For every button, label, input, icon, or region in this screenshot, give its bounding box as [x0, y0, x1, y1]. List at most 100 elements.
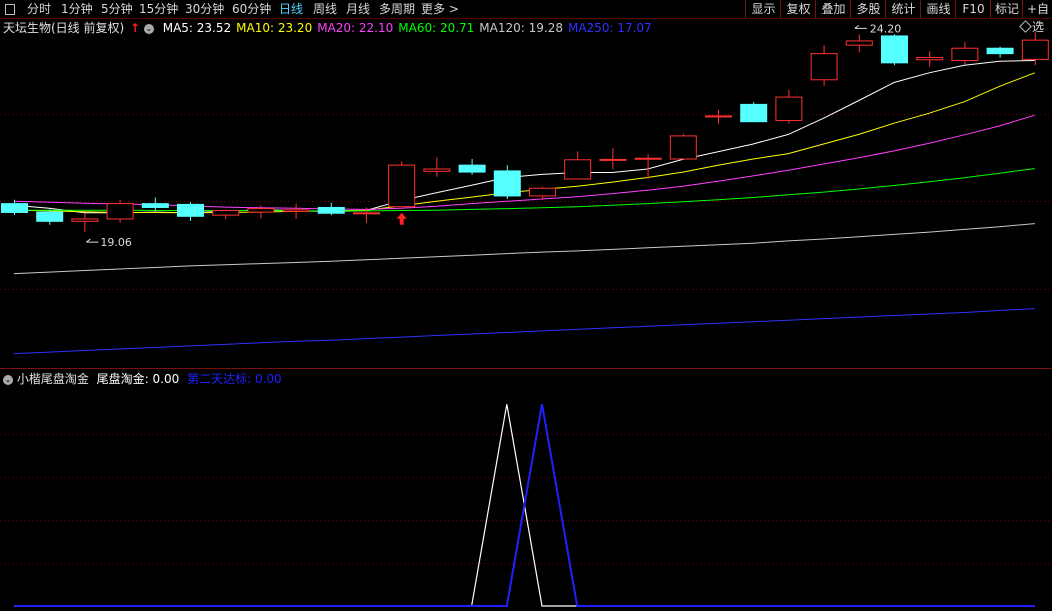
- low-price-label: 19.06: [100, 236, 131, 249]
- candle-body-down: [493, 170, 521, 197]
- high-marker-pointer: [854, 24, 867, 29]
- period-tab-3[interactable]: 15分钟: [139, 0, 178, 18]
- toolbar-button-5[interactable]: 画线: [920, 0, 956, 18]
- indicator-series-1-label: 尾盘淘金: 0.00: [96, 372, 180, 386]
- candle-body-down: [986, 47, 1014, 55]
- candle-body-down: [36, 211, 64, 222]
- candle-body-down: [141, 203, 169, 208]
- candle: [810, 45, 838, 86]
- indicator-chart[interactable]: [0, 370, 1052, 608]
- ma-line-ma5: [13, 60, 1035, 214]
- candle: [775, 89, 803, 124]
- ma-legend-item-3: MA60: 20.71: [398, 21, 475, 35]
- candle-body-up: [247, 208, 275, 213]
- period-tab-4[interactable]: 30分钟: [185, 0, 224, 18]
- candle: [36, 209, 64, 225]
- period-tab-10[interactable]: 更多 >: [421, 0, 459, 18]
- ma-legend-item-2: MA20: 22.10: [317, 21, 394, 35]
- toolbar-button-0[interactable]: 显示: [745, 0, 781, 18]
- candle-body-up: [71, 218, 99, 222]
- main-kline-panel[interactable]: 24.20 19.06 天坛生物(日线 前复权) ↑ ⌄ MA5: 23.52 MA…: [0, 19, 1052, 369]
- candle-body-down: [1, 203, 28, 213]
- indicator-settings-circle-icon[interactable]: ⌄: [3, 374, 13, 385]
- period-tab-5[interactable]: 60分钟: [232, 0, 271, 18]
- period-tab-2[interactable]: 5分钟: [101, 0, 133, 18]
- candle-body-up: [212, 210, 240, 216]
- candle: [282, 203, 310, 219]
- settings-circle-icon[interactable]: ⌄: [143, 23, 154, 34]
- candle: [423, 157, 451, 177]
- indicator-name: 小楷尾盘淘金: [16, 372, 89, 386]
- toolbar-button-6[interactable]: F10: [955, 0, 991, 18]
- ma-legend-item-0: MA5: 23.52: [162, 21, 232, 35]
- ma-line-ma120: [13, 223, 1035, 275]
- candle-body-up: [529, 187, 556, 197]
- candle-body-down: [458, 164, 486, 173]
- ma-legend-item-4: MA120: 19.28: [479, 21, 563, 35]
- toolbar-button-1[interactable]: 复权: [780, 0, 816, 18]
- ma-legend-item-1: MA10: 23.20: [236, 21, 313, 35]
- candle-body-up: [1021, 39, 1049, 60]
- toolbar-button-4[interactable]: 统计: [885, 0, 921, 18]
- candle: [599, 148, 627, 169]
- candle-body-up: [353, 212, 380, 215]
- candle: [529, 186, 556, 200]
- candle-body-down: [740, 103, 768, 123]
- ma-legend-item-5: MA250: 17.07: [567, 21, 652, 35]
- candle: [845, 34, 873, 53]
- toolbar-button-8[interactable]: +自选: [1022, 0, 1052, 34]
- candle: [564, 151, 592, 180]
- toolbar-button-7[interactable]: 标记: [990, 0, 1023, 18]
- period-toolbar: 分时 1分钟 5分钟 15分钟 30分钟 60分钟 日线 周线 月线 多周期 更多 > 显示 复权 叠加…: [0, 0, 1052, 34]
- candle: [493, 165, 521, 199]
- expand-chevron-icon[interactable]: ⌃: [1037, 20, 1046, 33]
- candle-body-down: [881, 35, 908, 64]
- candle: [705, 109, 732, 124]
- candle: [141, 197, 169, 212]
- candle: [212, 209, 240, 219]
- period-tab-9[interactable]: 多周期: [379, 0, 415, 18]
- candle: [177, 202, 204, 221]
- period-tab-8[interactable]: 月线: [346, 0, 370, 18]
- candle: [106, 199, 134, 223]
- toolbar-button-3[interactable]: 多股: [850, 0, 886, 18]
- candle: [951, 42, 979, 65]
- stock-title: 天坛生物(日线 前复权): [3, 21, 125, 35]
- indicator-series-2-label: 第二天达标: 0.00: [187, 372, 282, 386]
- candle-body-up: [775, 96, 803, 122]
- candle-body-up: [810, 53, 838, 81]
- kline-chart[interactable]: 24.20 19.06: [0, 19, 1052, 369]
- candle-body-up: [669, 135, 697, 160]
- candle: [740, 102, 768, 123]
- toolbar-button-2[interactable]: 叠加: [815, 0, 851, 18]
- candle: [1021, 32, 1049, 66]
- candle-body-down: [317, 206, 345, 214]
- buy-signal-arrow-icon: [396, 212, 407, 225]
- high-price-label: 24.20: [870, 22, 902, 35]
- candle-body-down: [177, 203, 204, 217]
- signal-up-arrow-icon: ↑: [130, 21, 141, 35]
- candle: [881, 34, 908, 66]
- candle: [71, 213, 99, 233]
- candle-body-up: [564, 159, 592, 180]
- indicator-panel[interactable]: ⌄ 小楷尾盘淘金 尾盘淘金: 0.00 第二天达标: 0.00: [0, 370, 1052, 608]
- candle: [916, 51, 944, 67]
- period-tab-7[interactable]: 周线: [313, 0, 337, 18]
- candle: [669, 133, 697, 160]
- candle-body-up: [388, 164, 416, 208]
- ma-line-ma20: [13, 114, 1035, 210]
- period-tab-6[interactable]: 日线: [279, 0, 303, 18]
- candle-body-up: [634, 157, 662, 160]
- candle-body-up: [951, 47, 979, 62]
- ma-line-ma10: [13, 72, 1035, 214]
- period-tab-0[interactable]: 分时: [27, 0, 51, 18]
- low-marker-pointer: [86, 238, 99, 243]
- period-tab-1[interactable]: 1分钟: [61, 0, 93, 18]
- candle-body-up: [705, 115, 732, 118]
- candle-body-up: [282, 209, 310, 212]
- candle-body-up: [106, 203, 134, 220]
- ma-legend: MA5: 23.52 MA10: 23.20 MA20: 22.10 MA60: 20…: [158, 21, 652, 35]
- candle-body-up: [845, 40, 873, 46]
- candle: [1, 199, 28, 216]
- window-square-icon[interactable]: [5, 4, 15, 15]
